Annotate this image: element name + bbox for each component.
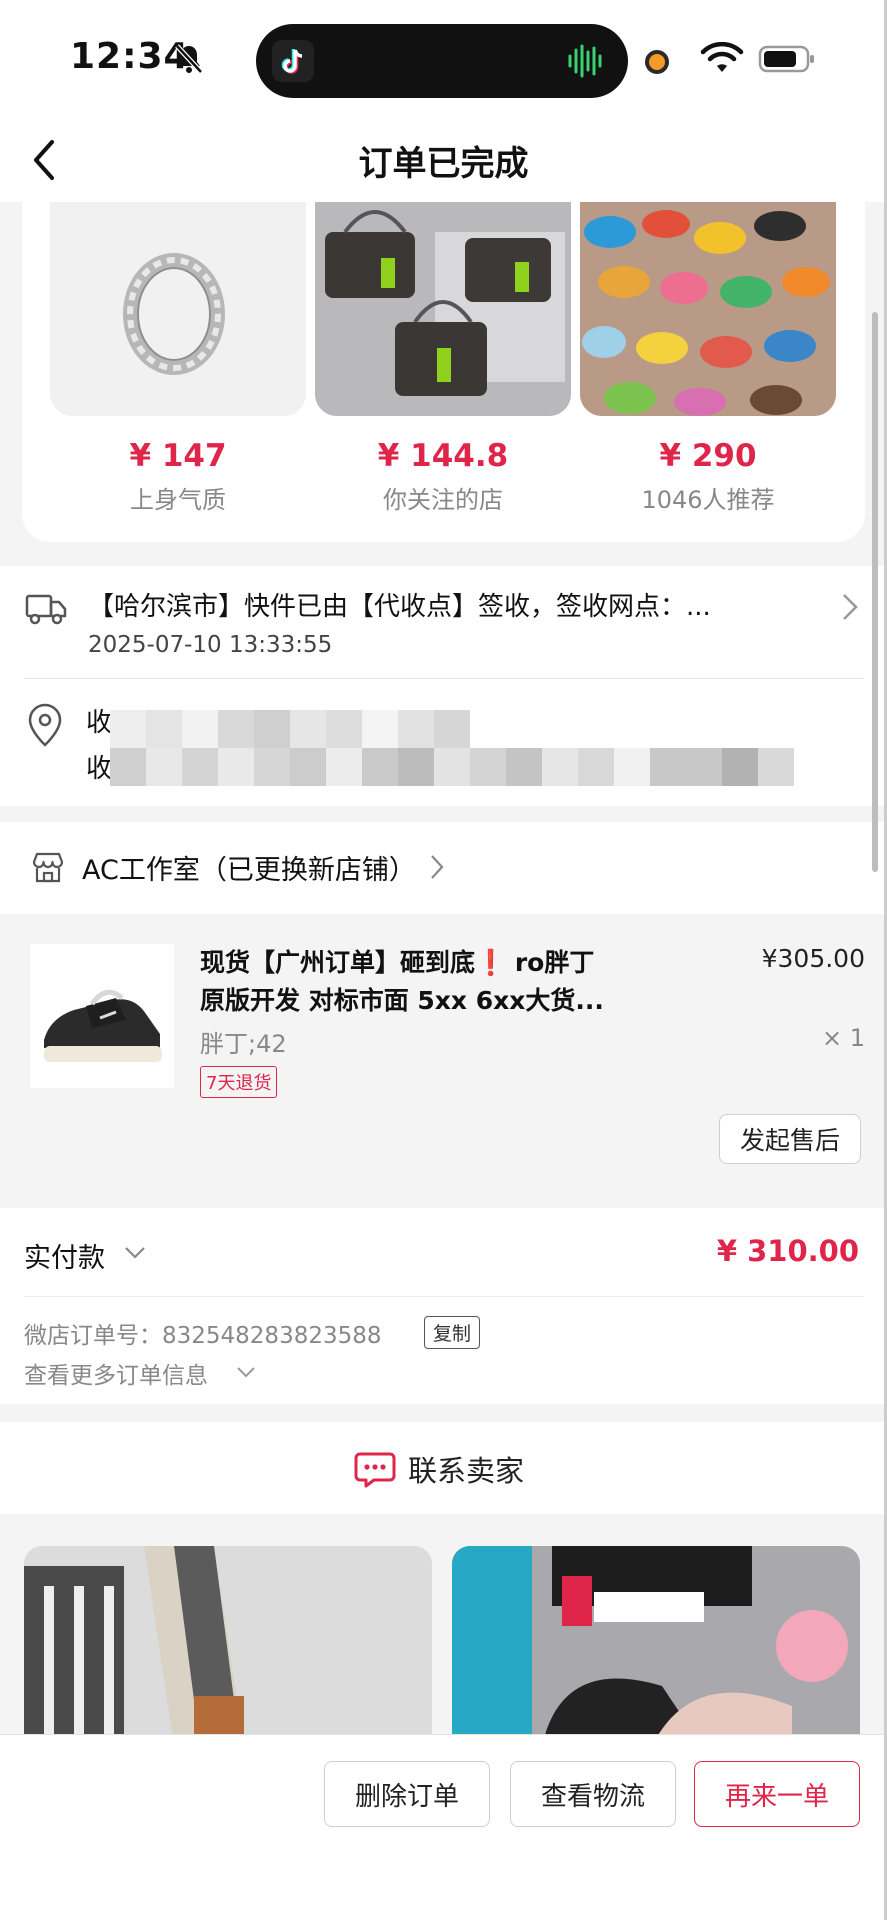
copy-button[interactable]: 复制 bbox=[424, 1316, 481, 1349]
chat-bubble-icon bbox=[354, 1452, 396, 1488]
product-image bbox=[30, 944, 174, 1088]
chevron-right-icon bbox=[843, 594, 858, 620]
scrollbar[interactable] bbox=[872, 312, 878, 872]
page-title: 订单已完成 bbox=[358, 144, 529, 184]
rec-image-charms bbox=[580, 202, 836, 416]
delete-order-button[interactable]: 删除订单 bbox=[324, 1761, 490, 1827]
rec-caption: 你关注的店 bbox=[383, 486, 503, 514]
shop-row[interactable]: AC工作室（已更换新店铺） bbox=[0, 822, 887, 914]
product-price: ¥305.00 bbox=[761, 944, 865, 973]
after-sale-button[interactable]: 发起售后 bbox=[719, 1114, 861, 1164]
paid-amount: ¥ 310.00 bbox=[716, 1234, 859, 1268]
address-redacted-mosaic bbox=[110, 710, 830, 786]
logistics-section[interactable]: 【哈尔滨市】快件已由【代收点】签收，签收网点：... 2025-07-10 13… bbox=[0, 566, 887, 806]
rec-item-charms[interactable]: ¥ 290 1046人推荐 bbox=[580, 202, 836, 515]
contact-seller-button[interactable]: 联系卖家 bbox=[0, 1422, 887, 1514]
rec-price: ¥ 147 bbox=[129, 438, 227, 474]
view-logistics-button[interactable]: 查看物流 bbox=[510, 1761, 676, 1827]
wifi-icon bbox=[700, 42, 744, 72]
tiktok-icon bbox=[272, 40, 314, 82]
product-title: 现货【广州订单】砸到底❗ ro胖丁 原版开发 对标市面 5xx 6xx大货... bbox=[200, 944, 620, 1020]
shop-icon bbox=[32, 852, 64, 883]
paid-amount-label[interactable]: 实付款 bbox=[24, 1236, 105, 1275]
bell-muted-icon bbox=[175, 44, 203, 74]
rec-image-sneaker-sole[interactable] bbox=[24, 1546, 432, 1746]
payment-section: 实付款 ¥ 310.00 微店订单号：832548283823588 复制 查看… bbox=[0, 1208, 887, 1404]
product-item[interactable]: 现货【广州订单】砸到底❗ ro胖丁 原版开发 对标市面 5xx 6xx大货...… bbox=[0, 914, 887, 1208]
nav-bar: 订单已完成 bbox=[0, 118, 887, 202]
rec-item-ring[interactable]: ¥ 147 上身气质 bbox=[50, 202, 306, 515]
recommendation-card: ¥ 147 上身气质 ¥ 144.8 你关注的店 ¥ 290 1046人推荐 bbox=[22, 202, 865, 542]
logistics-status: 【哈尔滨市】快件已由【代收点】签收，签收网点：... bbox=[88, 592, 711, 622]
address-line-1: 收 bbox=[86, 708, 113, 738]
product-variant: 胖丁;42 bbox=[200, 1030, 287, 1058]
logistics-time: 2025-07-10 13:33:55 bbox=[88, 632, 333, 658]
rec-item-bags[interactable]: ¥ 144.8 你关注的店 bbox=[315, 202, 571, 515]
address-line-2: 收 bbox=[86, 754, 113, 784]
chevron-right-icon bbox=[431, 855, 444, 879]
rec-price: ¥ 144.8 bbox=[377, 438, 509, 474]
dynamic-island bbox=[256, 24, 628, 98]
order-number: 微店订单号：832548283823588 bbox=[24, 1323, 382, 1349]
location-pin-icon bbox=[28, 703, 62, 747]
product-title-line-2: 原版开发 对标市面 5xx 6xx大货... bbox=[200, 986, 604, 1015]
recording-indicator-icon bbox=[645, 50, 669, 74]
product-quantity: × 1 bbox=[821, 1024, 865, 1052]
shop-name: AC工作室（已更换新店铺） bbox=[82, 855, 416, 886]
reorder-button[interactable]: 再来一单 bbox=[694, 1761, 860, 1827]
rec-price: ¥ 290 bbox=[659, 438, 757, 474]
battery-icon bbox=[758, 45, 814, 73]
action-bar: 删除订单 查看物流 再来一单 bbox=[0, 1734, 887, 1920]
divider bbox=[24, 678, 863, 679]
truck-icon bbox=[25, 594, 67, 625]
rec-caption: 1046人推荐 bbox=[641, 486, 775, 514]
rec-caption: 上身气质 bbox=[130, 486, 226, 514]
rec-image-ring bbox=[50, 202, 306, 416]
status-bar: 12:34 bbox=[0, 0, 887, 118]
rec-image-sneaker-box[interactable] bbox=[452, 1546, 860, 1746]
rec-image-bags bbox=[315, 202, 571, 416]
chevron-down-icon[interactable] bbox=[124, 1246, 146, 1260]
chevron-down-icon[interactable] bbox=[236, 1366, 256, 1378]
bottom-recommendations bbox=[0, 1514, 887, 1746]
return-policy-badge: 7天退货 bbox=[200, 1066, 278, 1098]
divider bbox=[24, 1296, 863, 1297]
contact-seller-label: 联系卖家 bbox=[408, 1454, 525, 1488]
product-title-line-1: 现货【广州订单】砸到底❗ ro胖丁 bbox=[200, 948, 595, 977]
more-order-info[interactable]: 查看更多订单信息 bbox=[24, 1356, 208, 1390]
audio-wave-icon bbox=[568, 44, 602, 78]
